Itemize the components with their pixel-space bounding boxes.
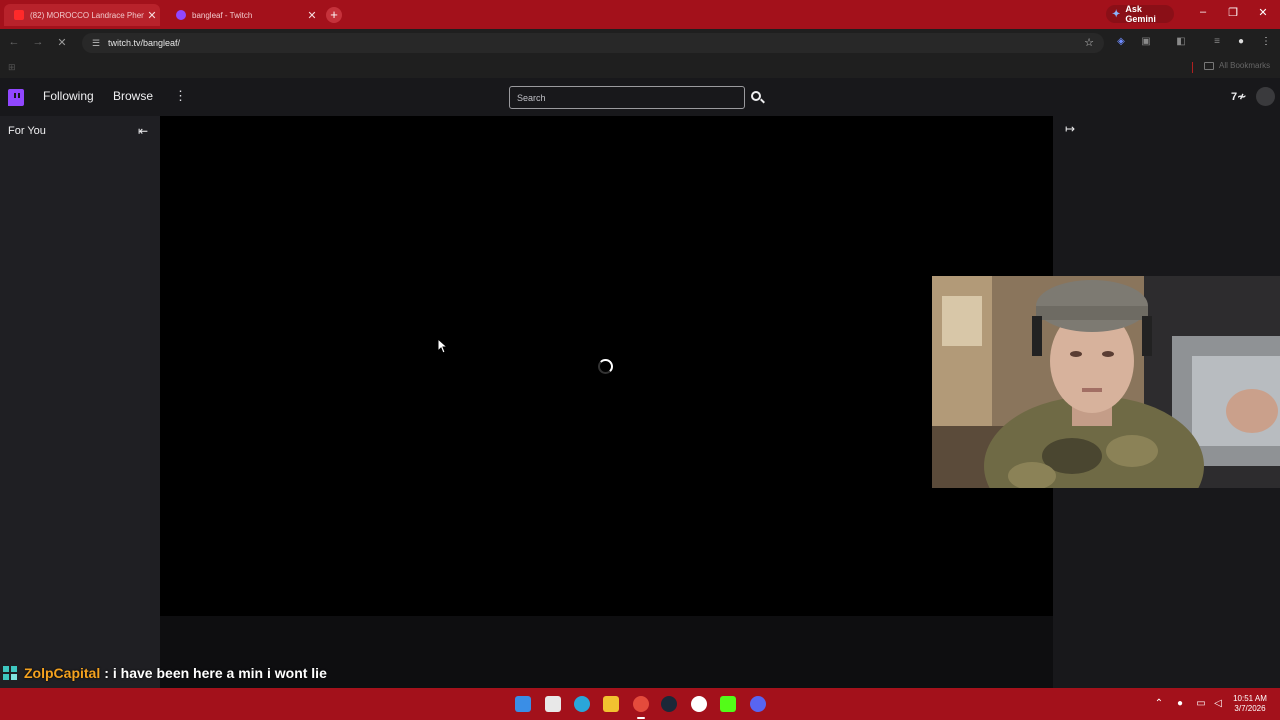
browser-tab-twitch[interactable]: bangleaf - Twitch ✕ [166, 4, 320, 26]
mouse-cursor-icon [437, 338, 449, 354]
address-bar-row: ← → ✕ ☰ twitch.tv/bangleaf/ ☆ [0, 29, 1280, 57]
url-field[interactable]: ☰ twitch.tv/bangleaf/ ☆ [82, 33, 1104, 53]
volume-icon[interactable]: ◁ [1211, 698, 1225, 709]
browse-link[interactable]: Browse [113, 89, 153, 103]
extension-icon[interactable]: ◧ [1174, 35, 1188, 49]
streamer-webcam [932, 276, 1280, 488]
task-view-icon[interactable] [545, 696, 561, 712]
tab-title: bangleaf - Twitch [192, 10, 253, 20]
bookmark-star-icon[interactable]: ☆ [1084, 36, 1094, 49]
following-link[interactable]: Following [43, 89, 94, 103]
edge-icon[interactable] [574, 696, 590, 712]
video-player[interactable] [160, 116, 1053, 616]
site-info-icon[interactable]: ☰ [90, 37, 102, 49]
webcam-image [932, 276, 1280, 488]
more-options-icon[interactable]: ⋮ [174, 88, 187, 104]
clock-time: 10:51 AM [1233, 694, 1267, 703]
active-app-indicator [637, 717, 645, 719]
file-explorer-icon[interactable] [603, 696, 619, 712]
steam-icon[interactable] [661, 696, 677, 712]
chat-badge-icon [3, 665, 18, 681]
for-you-heading: For You [8, 125, 46, 137]
windows-taskbar: ⌃ ● ▭ ◁ 10:51 AM 3/7/2026 [0, 688, 1280, 720]
clock-date: 3/7/2026 [1234, 704, 1266, 713]
collapse-sidebar-icon[interactable]: ⇤ [136, 124, 150, 138]
twitch-icon [176, 10, 186, 20]
minimize-icon[interactable]: – [1195, 6, 1211, 18]
start-windows-icon[interactable] [515, 696, 531, 712]
browser-menu-icon[interactable]: ⋮ [1259, 35, 1273, 49]
folder-icon [1204, 61, 1214, 70]
close-icon[interactable]: ✕ [304, 9, 320, 22]
apps-grid-icon[interactable]: ⊞ [8, 62, 18, 72]
browser-tab-youtube[interactable]: (82) MOROCCO Landrace Phen ✕ [4, 4, 160, 26]
prime-crown-icon[interactable]: 7≁ [1231, 90, 1246, 103]
left-sidebar: For You ⇤ [0, 116, 160, 688]
ask-gemini-label: Ask Gemini [1125, 4, 1156, 24]
chrome-icon[interactable] [633, 696, 649, 712]
user-avatar[interactable] [1256, 87, 1275, 106]
ask-gemini-button[interactable]: ✦ Ask Gemini [1106, 4, 1174, 24]
twitch-logo-icon[interactable] [8, 89, 24, 106]
chat-overlay-message: ZolpCapital : i have been here a min i w… [3, 664, 327, 682]
bookmarks-divider [1192, 62, 1193, 73]
new-tab-button[interactable]: + [326, 7, 342, 23]
show-hidden-icons[interactable]: ⌃ [1152, 698, 1166, 709]
expand-chat-icon[interactable]: ↦ [1063, 122, 1077, 136]
search-box [509, 86, 745, 109]
back-icon[interactable]: ← [6, 36, 22, 48]
obs-icon[interactable] [691, 696, 707, 712]
forward-icon[interactable]: → [30, 36, 46, 48]
extension-icon[interactable]: ▣ [1139, 35, 1153, 49]
browser-tab-bar: (82) MOROCCO Landrace Phen ✕ bangleaf - … [0, 0, 1280, 29]
bookmarks-bar: ⊞ All Bookmarks [0, 57, 1280, 78]
twitch-top-nav: Following Browse ⋮ 7≁ [0, 78, 1280, 116]
stop-loading-icon[interactable]: ✕ [54, 36, 70, 49]
close-window-icon[interactable]: ✕ [1255, 6, 1271, 19]
all-bookmarks-button[interactable]: All Bookmarks [1204, 61, 1270, 70]
extension-icon[interactable]: ◈ [1114, 35, 1128, 49]
system-clock[interactable]: 10:51 AM 3/7/2026 [1226, 694, 1274, 714]
extension-icon[interactable]: ≡ [1210, 35, 1224, 49]
loading-spinner-icon [598, 359, 613, 374]
profile-icon[interactable]: ● [1234, 35, 1248, 49]
tab-title: (82) MOROCCO Landrace Phen [30, 10, 144, 20]
chat-message-text: i have been here a min i wont lie [112, 665, 327, 681]
discord-icon[interactable] [750, 696, 766, 712]
search-button[interactable] [748, 88, 767, 107]
youtube-icon [14, 10, 24, 20]
kick-icon[interactable] [720, 696, 736, 712]
all-bookmarks-label: All Bookmarks [1219, 61, 1271, 70]
close-icon[interactable]: ✕ [144, 9, 160, 22]
display-icon[interactable]: ▭ [1194, 698, 1208, 709]
chat-separator: : [104, 665, 109, 681]
chat-username: ZolpCapital [24, 665, 101, 681]
microphone-icon[interactable]: ● [1173, 698, 1187, 709]
url-text: twitch.tv/bangleaf/ [108, 38, 181, 48]
restore-icon[interactable]: ❐ [1225, 6, 1241, 19]
search-input[interactable] [510, 87, 744, 108]
gemini-sparkle-icon: ✦ [1112, 8, 1121, 20]
